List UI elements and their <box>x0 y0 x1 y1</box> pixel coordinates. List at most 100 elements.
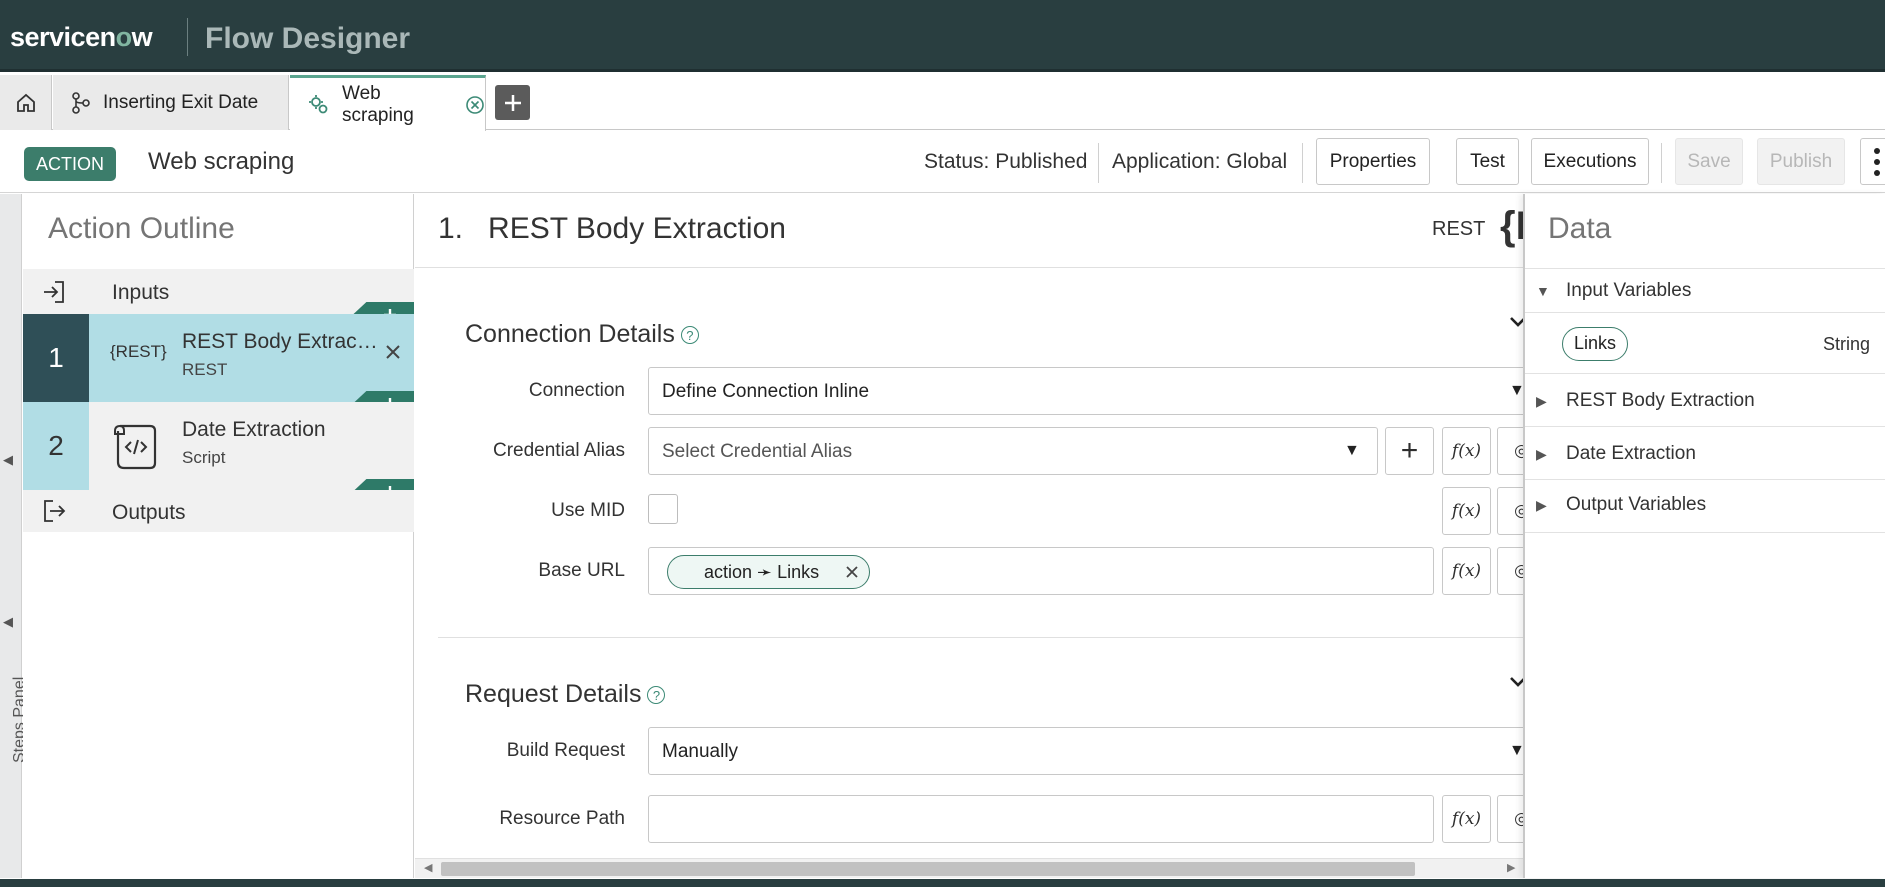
step-title-text: REST Body Extraction <box>488 212 786 245</box>
dropdown-arrow-icon: ▼ <box>1509 742 1523 759</box>
resource-path-label: Resource Path <box>499 808 625 829</box>
action-title: Web scraping <box>148 148 295 175</box>
more-options-button[interactable] <box>1860 138 1885 185</box>
dropdown-arrow-icon: ▼ <box>1509 382 1523 399</box>
data-section-label: Output Variables <box>1566 494 1707 515</box>
outline-outputs[interactable]: Outputs <box>23 490 414 532</box>
data-pill-action-links[interactable]: action ➛ Links <box>667 555 871 589</box>
collapsed-triangle-icon: ▶ <box>1536 446 1547 462</box>
connection-details-title: Connection Details? <box>465 320 699 349</box>
application-text: Application: Global <box>1112 150 1288 173</box>
delete-step-icon[interactable] <box>385 344 401 365</box>
data-pill-picker-icon[interactable]: ◎ <box>1497 487 1523 535</box>
base-url-label: Base URL <box>538 560 625 581</box>
dot <box>1874 148 1880 154</box>
status-text: Status: Published <box>924 150 1088 173</box>
outline-title: Action Outline <box>48 212 235 245</box>
step-config-panel: 1. REST Body Extraction REST {R Connecti… <box>415 194 1523 878</box>
outline-inputs[interactable]: Inputs <box>23 269 414 314</box>
rest-brace-icon: {R <box>1500 204 1523 248</box>
executions-button[interactable]: Executions <box>1531 138 1649 185</box>
steps-panel-toggle[interactable]: ◀ Steps Panel ◀ <box>0 194 28 878</box>
collapse-section-icon[interactable] <box>1508 312 1523 338</box>
test-button[interactable]: Test <box>1456 138 1519 185</box>
function-button[interactable]: f(x) <box>1442 427 1491 475</box>
function-button[interactable]: f(x) <box>1442 795 1491 843</box>
collapse-left-icon[interactable]: ◀ <box>3 452 13 468</box>
section-title-text: Request Details <box>465 680 642 708</box>
data-pill-picker-icon[interactable]: ◎ <box>1497 427 1523 475</box>
step-title: 1. REST Body Extraction <box>438 212 786 246</box>
tab-inserting-exit-date[interactable]: Inserting Exit Date <box>53 75 289 130</box>
dropdown-arrow-icon: ▼ <box>1344 442 1360 459</box>
tab-web-scraping[interactable]: Web scraping <box>290 75 486 131</box>
section-title-text: Connection Details <box>465 320 675 348</box>
collapsed-triangle-icon: ▶ <box>1536 393 1547 409</box>
help-icon[interactable]: ? <box>647 686 666 705</box>
remove-pill-icon[interactable] <box>845 565 859 579</box>
data-panel: Data ▼ Input Variables Links String ▶ RE… <box>1523 194 1885 878</box>
variable-type: String <box>1823 334 1871 354</box>
tab-label: Inserting Exit Date <box>103 91 259 113</box>
outline-step-2[interactable]: 2 Date Extraction Script <box>23 402 414 490</box>
inputs-label: Inputs <box>112 281 170 304</box>
header-divider <box>187 18 188 56</box>
data-section-label: REST Body Extraction <box>1566 390 1755 411</box>
data-section-output-variables[interactable]: ▶ Output Variables <box>1525 481 1885 533</box>
use-mid-label: Use MID <box>551 500 625 521</box>
data-pill-picker-icon[interactable]: ◎ <box>1497 547 1523 595</box>
data-section-input-variables[interactable]: ▼ Input Variables <box>1525 268 1885 313</box>
tab-home[interactable] <box>0 75 52 130</box>
collapse-left-icon[interactable]: ◀ <box>3 614 13 630</box>
publish-button[interactable]: Publish <box>1757 138 1845 185</box>
horizontal-scrollbar[interactable]: ◀ ▶ <box>415 858 1523 878</box>
connection-select[interactable]: Define Connection Inline ▼ <box>648 367 1523 415</box>
action-outline-panel: Action Outline Inputs 1 {REST} REST Body… <box>23 194 414 878</box>
outline-step-1[interactable]: 1 {REST} REST Body Extract… REST <box>23 314 414 402</box>
inputs-icon <box>41 279 67 310</box>
scroll-left-arrow[interactable]: ◀ <box>424 861 432 874</box>
data-pill-picker-icon[interactable]: ◎ <box>1497 795 1523 843</box>
resource-path-input[interactable] <box>648 795 1434 843</box>
servicenow-logo[interactable]: servicenow <box>10 22 153 53</box>
section-divider <box>438 637 1523 638</box>
bottom-bar <box>0 879 1885 887</box>
rest-icon: {REST} <box>110 342 167 361</box>
step-name: REST Body Extract… <box>182 330 382 353</box>
data-section-date-extraction[interactable]: ▶ Date Extraction <box>1525 428 1885 480</box>
action-header: ACTION Web scraping Status: Published Ap… <box>0 131 1885 193</box>
help-icon[interactable]: ? <box>680 326 699 345</box>
collapse-section-icon[interactable] <box>1508 672 1523 698</box>
scrollbar-thumb[interactable] <box>441 862 1415 876</box>
data-variable-row: Links String <box>1525 314 1885 374</box>
scroll-right-arrow[interactable]: ▶ <box>1507 861 1515 874</box>
script-icon <box>112 422 160 477</box>
divider <box>1661 143 1662 183</box>
tab-label: Web scraping <box>342 82 414 126</box>
close-tab-icon[interactable] <box>465 95 485 115</box>
plus-icon <box>504 94 521 111</box>
dot <box>1874 170 1880 176</box>
function-button[interactable]: f(x) <box>1442 547 1491 595</box>
divider <box>1098 143 1099 183</box>
properties-button[interactable]: Properties <box>1316 138 1430 185</box>
divider <box>1302 143 1303 183</box>
base-url-input[interactable]: action ➛ Links <box>648 547 1434 595</box>
tab-bar: Inserting Exit Date Web scraping <box>0 75 1885 131</box>
step-type: Script <box>182 448 226 467</box>
data-pill-links[interactable]: Links <box>1562 327 1629 361</box>
function-button[interactable]: f(x) <box>1442 487 1491 535</box>
credential-alias-select[interactable]: Select Credential Alias ▼ <box>648 427 1378 475</box>
build-request-select[interactable]: Manually ▼ <box>648 727 1523 775</box>
data-section-rest-body-extraction[interactable]: ▶ REST Body Extraction <box>1525 375 1885 427</box>
use-mid-checkbox[interactable] <box>648 494 678 524</box>
step-title-number: 1. <box>438 212 464 245</box>
add-tab-button[interactable] <box>495 85 530 120</box>
outputs-icon <box>41 498 67 529</box>
add-credential-button[interactable]: + <box>1385 427 1434 475</box>
expanded-triangle-icon: ▼ <box>1536 283 1550 299</box>
product-title: Flow Designer <box>205 22 411 55</box>
action-badge: ACTION <box>24 147 117 181</box>
outputs-label: Outputs <box>112 501 186 524</box>
save-button[interactable]: Save <box>1675 138 1743 185</box>
